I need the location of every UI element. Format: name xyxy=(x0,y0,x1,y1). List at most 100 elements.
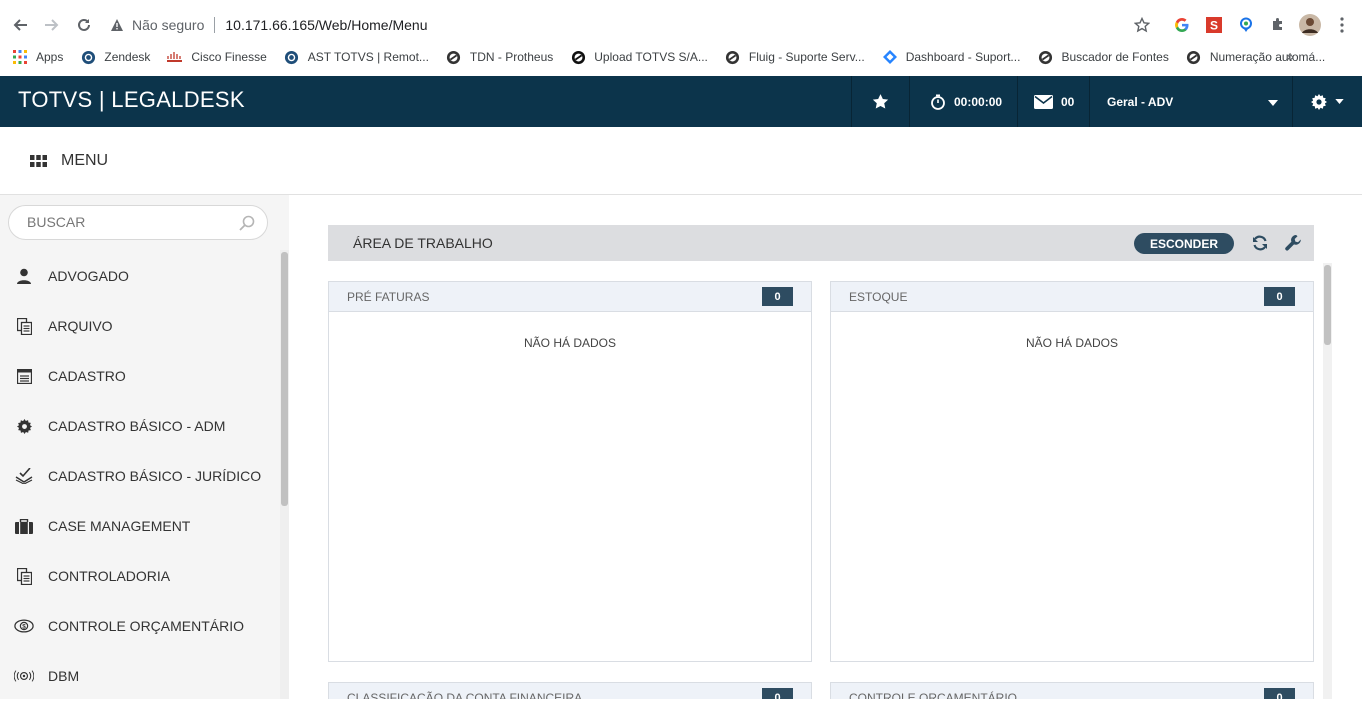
browser-chrome: Não seguro 10.171.66.165/Web/Home/Menu S xyxy=(0,0,1362,76)
timer-button[interactable]: 00:00:00 xyxy=(909,76,1017,127)
google-icon xyxy=(1175,17,1189,33)
refresh-icon xyxy=(1253,235,1267,251)
totvs-icon xyxy=(725,49,741,65)
broadcast-icon xyxy=(14,666,34,686)
configure-button[interactable] xyxy=(1284,233,1304,253)
bookmark-label: Upload TOTVS S/A... xyxy=(594,50,708,64)
globe-icon xyxy=(80,49,96,65)
cisco-icon xyxy=(167,49,183,65)
scrollbar-thumb[interactable] xyxy=(1324,265,1331,345)
bookmark-numeracao[interactable]: Numeração automá... xyxy=(1186,49,1325,65)
bookmark-label: Fluig - Suporte Serv... xyxy=(748,50,865,64)
bookmark-label: AST TOTVS | Remot... xyxy=(307,50,429,64)
sidebar-item-advogado[interactable]: ADVOGADO xyxy=(0,251,278,301)
bookmark-ast-totvs[interactable]: AST TOTVS | Remot... xyxy=(284,49,429,65)
panel-header: PRÉ FATURAS 0 xyxy=(329,282,811,312)
bookmark-upload-totvs[interactable]: Upload TOTVS S/A... xyxy=(570,49,708,65)
sidebar-scrollbar[interactable] xyxy=(280,250,289,699)
sidebar-item-controladoria[interactable]: CONTROLADORIA xyxy=(0,551,278,601)
hide-button[interactable]: ESCONDER xyxy=(1134,233,1234,254)
search-input[interactable] xyxy=(27,214,227,230)
messages-button[interactable]: 00 xyxy=(1017,76,1089,127)
panel-count-badge: 0 xyxy=(762,688,793,699)
extensions-button[interactable] xyxy=(1267,14,1289,36)
empty-state: NÃO HÁ DADOS xyxy=(523,336,616,350)
panel-header: CLASSIFICAÇÃO DA CONTA FINANCEIRA 0 xyxy=(329,683,811,699)
settings-button[interactable] xyxy=(1292,76,1362,127)
browser-menu-button[interactable] xyxy=(1331,14,1353,36)
back-button[interactable] xyxy=(4,9,36,41)
arrow-right-icon xyxy=(45,19,59,31)
forward-button[interactable] xyxy=(36,9,68,41)
totvs-icon xyxy=(1037,49,1053,65)
google-extension[interactable] xyxy=(1171,14,1193,36)
avatar-icon xyxy=(1299,14,1321,36)
scrollbar-thumb[interactable] xyxy=(281,252,288,506)
bookmark-label: Zendesk xyxy=(104,50,151,64)
location-extension[interactable] xyxy=(1235,14,1257,36)
diamond-icon xyxy=(882,49,898,65)
svg-text:S: S xyxy=(1210,19,1218,33)
envelope-icon xyxy=(1034,94,1053,109)
bookmark-fluig[interactable]: Fluig - Suporte Serv... xyxy=(725,49,865,65)
map-pin-icon xyxy=(1240,17,1252,32)
sidebar-item-cadastro-basico-juridico[interactable]: CADASTRO BÁSICO - JURÍDICO xyxy=(0,451,278,501)
sidebar-item-label: ARQUIVO xyxy=(48,318,113,334)
totvs-icon xyxy=(570,49,586,65)
refresh-button[interactable] xyxy=(1250,233,1270,253)
sidebar-item-label: CADASTRO BÁSICO - JURÍDICO xyxy=(48,468,262,484)
sidebar-item-controle-orcamentario[interactable]: $ CONTROLE ORÇAMENTÁRIO xyxy=(0,601,278,651)
sidebar-item-arquivo[interactable]: ARQUIVO xyxy=(0,301,278,351)
profile-label: Geral - ADV xyxy=(1107,94,1174,109)
briefcase-icon xyxy=(14,516,34,536)
sidebar-item-label: CONTROLE ORÇAMENTÁRIO xyxy=(48,618,245,634)
person-icon xyxy=(14,266,34,286)
s-extension[interactable]: S xyxy=(1203,14,1225,36)
main-content: ÁREA DE TRABALHO ESCONDER PRÉ FATURAS 0 … xyxy=(289,195,1362,699)
bookmark-label: TDN - Protheus xyxy=(469,50,554,64)
sidebar-item-dbm[interactable]: DBM xyxy=(0,651,278,701)
grid-icon[interactable] xyxy=(30,155,47,167)
profile-avatar[interactable] xyxy=(1299,14,1321,36)
panel-count-badge: 0 xyxy=(1264,287,1295,306)
sidebar-item-label: CADASTRO BÁSICO - ADM xyxy=(48,418,226,434)
sidebar-item-cadastro-basico-adm[interactable]: CADASTRO BÁSICO - ADM xyxy=(0,401,278,451)
bookmarks-bar: Apps Zendesk Cisco Finesse AST TOTVS | R… xyxy=(0,44,1362,70)
favorites-button[interactable] xyxy=(851,76,909,127)
bookmark-cisco-finesse[interactable]: Cisco Finesse xyxy=(167,49,267,65)
bookmark-tdn-protheus[interactable]: TDN - Protheus xyxy=(446,49,553,65)
panel-title: CONTROLE ORÇAMENTÁRIO xyxy=(849,691,1018,699)
bookmark-dashboard[interactable]: Dashboard - Suport... xyxy=(882,49,1020,65)
bookmark-label: Apps xyxy=(36,50,64,64)
profile-selector[interactable]: Geral - ADV xyxy=(1089,76,1292,127)
puzzle-icon xyxy=(1273,18,1282,30)
totvs-icon xyxy=(1186,49,1202,65)
menu-toggle[interactable]: MENU xyxy=(61,152,108,170)
panel-title: ESTOQUE xyxy=(849,290,908,304)
form-icon xyxy=(14,366,34,386)
panel-title: PRÉ FATURAS xyxy=(347,290,430,304)
sidebar-item-cadastro[interactable]: CADASTRO xyxy=(0,351,278,401)
bookmark-buscador[interactable]: Buscador de Fontes xyxy=(1037,49,1169,65)
panel-classificacao-conta-financeira: CLASSIFICAÇÃO DA CONTA FINANCEIRA 0 xyxy=(328,682,812,699)
documents-icon xyxy=(14,316,34,336)
sidebar-item-case-management[interactable]: CASE MANAGEMENT xyxy=(0,501,278,551)
bookmark-label: Cisco Finesse xyxy=(191,50,267,64)
kebab-menu-icon xyxy=(1340,17,1344,33)
brand-logo[interactable]: TOTVS | LEGALDESK xyxy=(18,87,245,113)
bookmark-zendesk[interactable]: Zendesk xyxy=(80,49,150,65)
documents-icon xyxy=(14,566,34,586)
svg-text:$: $ xyxy=(22,623,26,630)
star-icon xyxy=(872,94,889,109)
bookmarks-overflow-button[interactable]: » xyxy=(1286,48,1294,64)
money-icon: $ xyxy=(14,616,34,636)
messages-count: 00 xyxy=(1061,94,1075,109)
bookmark-apps[interactable]: Apps xyxy=(12,49,63,65)
url-text: 10.171.66.165/Web/Home/Menu xyxy=(225,17,428,33)
search-icon[interactable] xyxy=(239,215,255,231)
panel-estoque: ESTOQUE 0 NÃO HÁ DADOS xyxy=(830,281,1314,662)
bookmark-star-button[interactable] xyxy=(1131,14,1153,36)
reload-button[interactable] xyxy=(68,9,100,41)
main-scrollbar[interactable] xyxy=(1323,263,1332,699)
address-bar[interactable]: Não seguro 10.171.66.165/Web/Home/Menu xyxy=(110,11,428,39)
